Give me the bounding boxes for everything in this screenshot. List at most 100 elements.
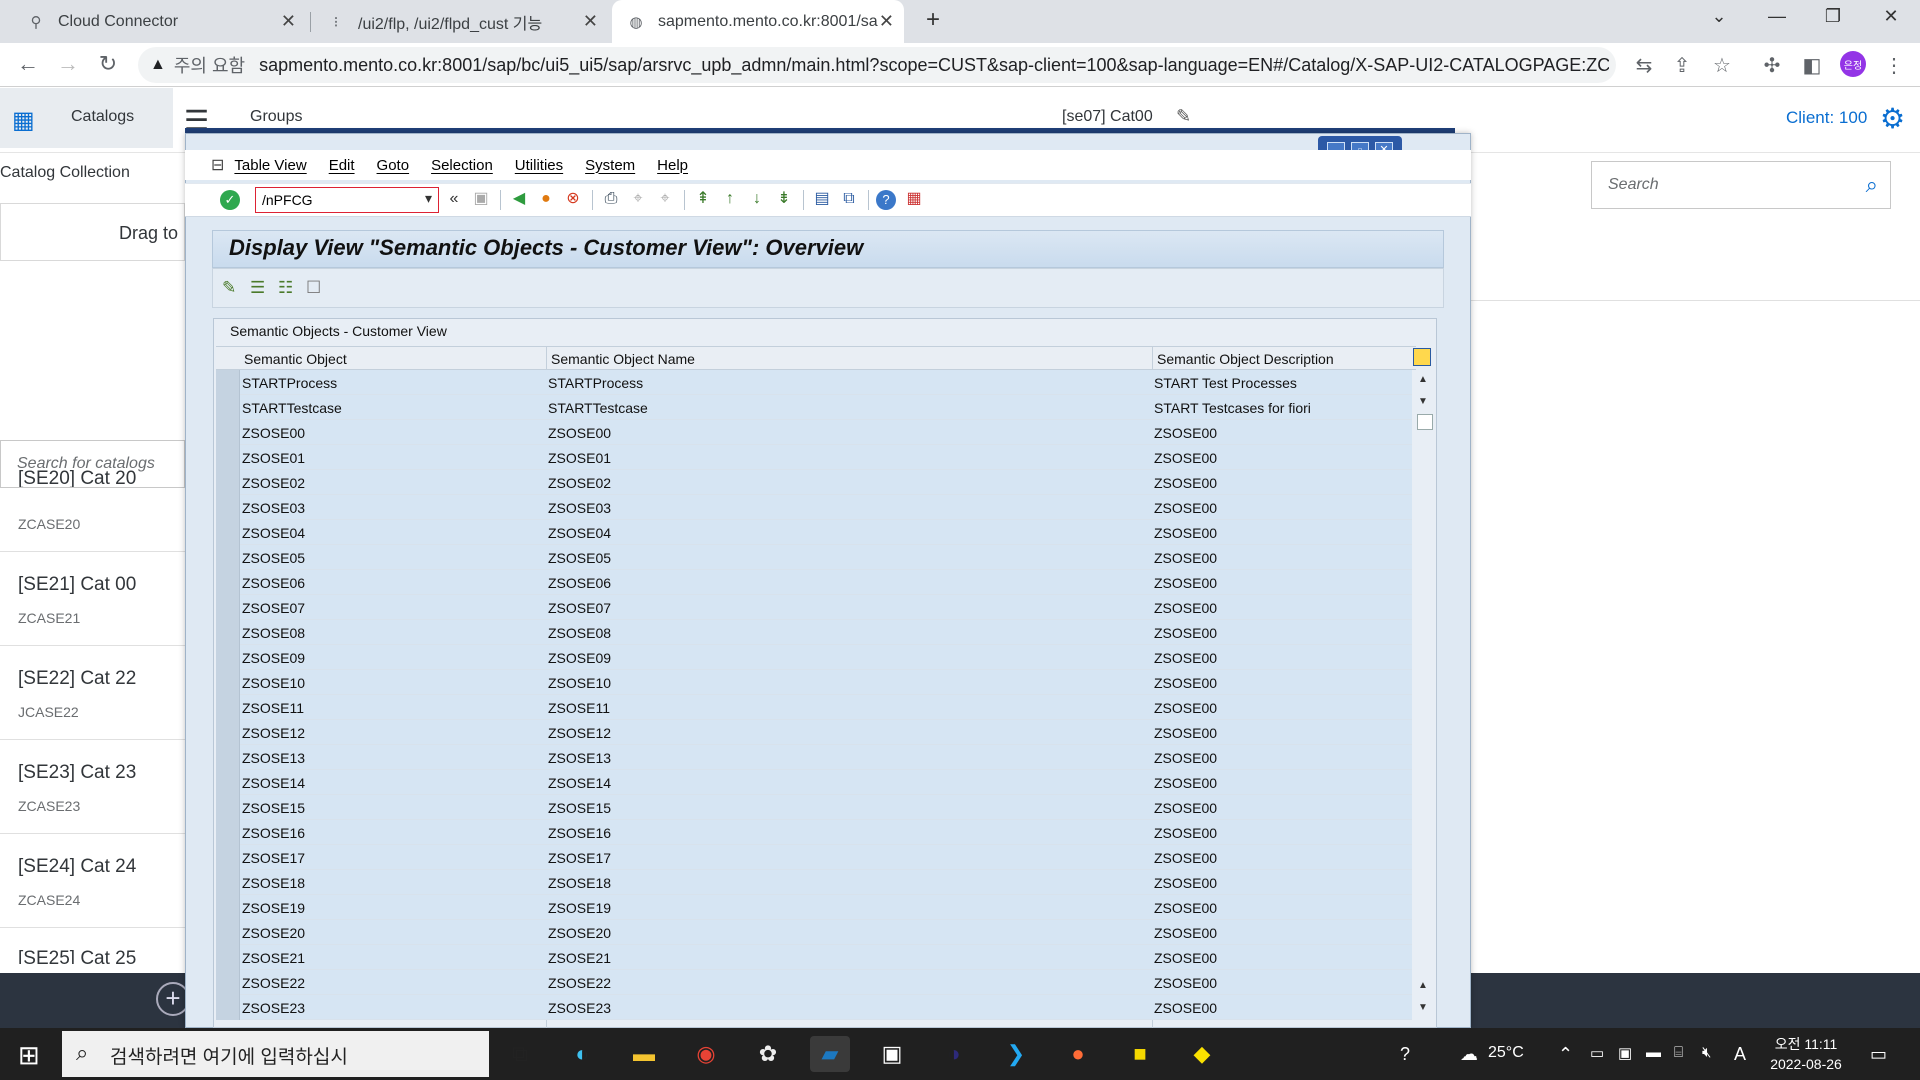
- find-next-icon[interactable]: ⌖: [654, 188, 676, 210]
- tab-groups[interactable]: Groups: [250, 108, 302, 126]
- table-row[interactable]: ZSOSE22 ZSOSE22 ZSOSE00: [216, 970, 1412, 995]
- network-icon[interactable]: ⌸: [1674, 1044, 1683, 1061]
- menu-selection[interactable]: Selection: [431, 157, 493, 174]
- edge-icon[interactable]: ◐: [562, 1036, 602, 1072]
- display-icon[interactable]: ▣: [1618, 1044, 1632, 1062]
- chrome-icon[interactable]: ◉: [686, 1036, 726, 1072]
- table-row[interactable]: ZSOSE19 ZSOSE19 ZSOSE00: [216, 895, 1412, 920]
- reload-icon[interactable]: ↻: [94, 51, 122, 77]
- print-icon[interactable]: ⎙: [600, 188, 622, 210]
- row-selector[interactable]: [216, 595, 240, 620]
- table-row[interactable]: ZSOSE20 ZSOSE20 ZSOSE00: [216, 920, 1412, 945]
- table-row[interactable]: ZSOSE07 ZSOSE07 ZSOSE00: [216, 595, 1412, 620]
- table-row[interactable]: STARTProcess STARTProcess START Test Proce…: [216, 370, 1412, 395]
- list-item[interactable]: [SE21] Cat 00 ZCASE21: [0, 552, 185, 646]
- menu-goto[interactable]: Goto: [377, 157, 410, 174]
- table-row[interactable]: STARTTestcase STARTTestcase START Testcase…: [216, 395, 1412, 420]
- table-row[interactable]: ZSOSE21 ZSOSE21 ZSOSE00: [216, 945, 1412, 970]
- postman-icon[interactable]: ●: [1058, 1036, 1098, 1072]
- forward-icon[interactable]: →: [54, 51, 82, 77]
- list-item[interactable]: [SE24] Cat 24 ZCASE24: [0, 834, 185, 928]
- row-selector[interactable]: [216, 870, 240, 895]
- row-selector[interactable]: [216, 770, 240, 795]
- row-selector[interactable]: [216, 695, 240, 720]
- deselect-all-icon[interactable]: ☐: [306, 278, 321, 298]
- notifications-icon[interactable]: ▭: [1870, 1044, 1887, 1065]
- row-selector[interactable]: [216, 795, 240, 820]
- row-selector[interactable]: [216, 945, 240, 970]
- volume-mute-icon[interactable]: 🔇︎: [1702, 1044, 1711, 1061]
- row-selector[interactable]: [216, 445, 240, 470]
- table-row[interactable]: ZSOSE03 ZSOSE03 ZSOSE00: [216, 495, 1412, 520]
- menu-list-icon[interactable]: ⊟: [211, 155, 224, 175]
- file-explorer-icon[interactable]: ▬: [624, 1036, 664, 1072]
- row-selector[interactable]: [216, 745, 240, 770]
- taskbar-search-input[interactable]: ⌕ 검색하려면 여기에 입력하십시: [62, 1031, 489, 1077]
- chevron-down-icon[interactable]: ▾: [425, 190, 432, 207]
- gear-icon[interactable]: ⚙: [1880, 102, 1905, 135]
- table-row[interactable]: ZSOSE00 ZSOSE00 ZSOSE00: [216, 420, 1412, 445]
- edit-pencil-icon[interactable]: ✎: [1176, 106, 1191, 127]
- row-selector[interactable]: [216, 495, 240, 520]
- find-icon[interactable]: ⌖: [627, 188, 649, 210]
- temperature[interactable]: 25°C: [1488, 1044, 1524, 1062]
- table-row[interactable]: ZSOSE05 ZSOSE05 ZSOSE00: [216, 545, 1412, 570]
- table-row[interactable]: ZSOSE01 ZSOSE01 ZSOSE00: [216, 445, 1412, 470]
- row-selector[interactable]: [216, 845, 240, 870]
- previous-page-icon[interactable]: ↑: [719, 188, 741, 210]
- first-page-icon[interactable]: ⇞: [692, 188, 714, 210]
- sap-logon-icon[interactable]: ▰: [810, 1036, 850, 1072]
- display-change-icon[interactable]: ✎: [222, 278, 236, 298]
- sticky-notes-icon[interactable]: ■: [1120, 1036, 1160, 1072]
- table-row[interactable]: ZSOSE13 ZSOSE13 ZSOSE00: [216, 745, 1412, 770]
- cancel-icon[interactable]: ⊗: [562, 188, 584, 210]
- row-selector[interactable]: [216, 520, 240, 545]
- scroll-down-icon[interactable]: ▼: [1418, 396, 1428, 407]
- tab-flp[interactable]: ⁝ /ui2/flp, /ui2/flpd_cust 기능 ✕: [312, 0, 608, 43]
- task-view-icon[interactable]: ⧉: [500, 1036, 540, 1072]
- table-row[interactable]: ZSOSE17 ZSOSE17 ZSOSE00: [216, 845, 1412, 870]
- table-row[interactable]: ZSOSE15 ZSOSE15 ZSOSE00: [216, 795, 1412, 820]
- row-selector[interactable]: [216, 995, 240, 1020]
- next-page-icon[interactable]: ↓: [746, 188, 768, 210]
- exit-icon[interactable]: ●: [535, 188, 557, 210]
- table-row[interactable]: ZSOSE08 ZSOSE08 ZSOSE00: [216, 620, 1412, 645]
- battery-icon[interactable]: ▬: [1646, 1044, 1661, 1061]
- side-panel-icon[interactable]: ◧: [1798, 53, 1826, 78]
- vertical-scrollbar[interactable]: ▲ ▼ ▲ ▼: [1414, 370, 1434, 1026]
- list-item[interactable]: [SE25] Cat 25: [0, 928, 185, 964]
- save-icon[interactable]: ▣: [470, 188, 492, 210]
- table-row[interactable]: ZSOSE23 ZSOSE23 ZSOSE00: [216, 995, 1412, 1020]
- table-row[interactable]: ZSOSE02 ZSOSE02 ZSOSE00: [216, 470, 1412, 495]
- scroll-down-icon[interactable]: ▼: [1418, 1002, 1428, 1013]
- paint-icon[interactable]: ✿: [748, 1036, 788, 1072]
- row-selector[interactable]: [216, 920, 240, 945]
- share-icon[interactable]: ⇪: [1668, 53, 1696, 78]
- menu-utilities[interactable]: Utilities: [515, 157, 563, 174]
- table-row[interactable]: ZSOSE04 ZSOSE04 ZSOSE00: [216, 520, 1412, 545]
- shortcut-icon[interactable]: ⧉: [838, 188, 860, 210]
- row-selector[interactable]: [216, 545, 240, 570]
- row-selector[interactable]: [216, 395, 240, 420]
- list-item[interactable]: [SE20] Cat 20 ZCASE20: [0, 468, 185, 552]
- kakaotalk-icon[interactable]: ◆: [1182, 1036, 1222, 1072]
- row-selector[interactable]: [216, 820, 240, 845]
- row-selector[interactable]: [216, 720, 240, 745]
- select-block-icon[interactable]: ☷: [278, 278, 293, 298]
- list-item[interactable]: [SE23] Cat 23 ZCASE23: [0, 740, 185, 834]
- help-tray-icon[interactable]: ?: [1400, 1044, 1410, 1065]
- table-row[interactable]: ZSOSE06 ZSOSE06 ZSOSE00: [216, 570, 1412, 595]
- collapse-icon[interactable]: «: [443, 188, 465, 210]
- table-row[interactable]: ZSOSE18 ZSOSE18 ZSOSE00: [216, 870, 1412, 895]
- search-input[interactable]: Search ⌕: [1591, 161, 1891, 209]
- table-row[interactable]: ZSOSE16 ZSOSE16 ZSOSE00: [216, 820, 1412, 845]
- row-selector[interactable]: [216, 645, 240, 670]
- row-selector[interactable]: [216, 670, 240, 695]
- chevron-up-icon[interactable]: ⌃: [1558, 1044, 1573, 1065]
- app-grid-icon[interactable]: ▦: [12, 106, 35, 135]
- clock[interactable]: 오전 11:11 2022-08-26: [1766, 1034, 1846, 1074]
- extensions-icon[interactable]: ✣: [1758, 53, 1786, 78]
- new-session-icon[interactable]: ▤: [811, 188, 833, 210]
- bookmark-star-icon[interactable]: ☆: [1708, 53, 1736, 78]
- meet-icon[interactable]: ▭: [1590, 1044, 1604, 1062]
